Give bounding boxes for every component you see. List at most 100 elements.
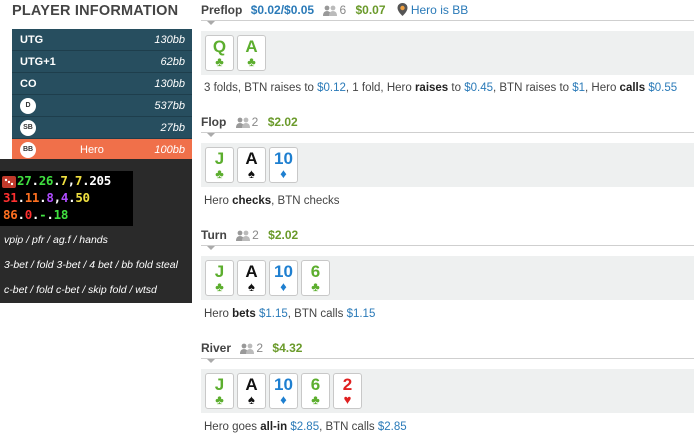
- card-board-1: J ♣: [205, 373, 234, 409]
- street-name: Flop: [201, 115, 227, 129]
- street-header: Flop 2 $2.02: [201, 115, 298, 133]
- action-text: Hero: [204, 195, 233, 207]
- card-board-3: 10 ♦: [269, 373, 298, 409]
- hud-stats-overlay[interactable]: 27.26.7,7.205 31.11.8,4.50 86.0.-.18 vpi…: [0, 159, 192, 303]
- player-information-panel: PLAYER INFORMATION UTG 130bb UTG+1 62bb …: [0, 0, 192, 443]
- stat-bb-fold-steal: 50: [75, 190, 90, 205]
- bet-amount: $1.15: [258, 308, 288, 320]
- street-divider: [201, 20, 694, 21]
- stat-fold-cbet: 0: [24, 207, 33, 222]
- stat-wtsd: 18: [53, 207, 69, 222]
- bet-amount: $0.45: [464, 82, 493, 94]
- stat-fold-3bet: 11: [24, 190, 40, 205]
- stat-hands: 205: [89, 173, 111, 188]
- bet-amount: $1.15: [346, 308, 376, 320]
- location-pin-icon: [397, 3, 408, 16]
- action-text: 3 folds, BTN raises to: [204, 82, 318, 94]
- street-divider: [201, 358, 694, 359]
- action-text: , 1 fold, Hero: [345, 82, 415, 94]
- heart-suit-icon: ♥: [343, 392, 352, 407]
- action-verb: calls: [619, 82, 646, 94]
- action-text: , BTN checks: [271, 195, 340, 207]
- player-row-sb[interactable]: SB 27bb: [12, 117, 192, 139]
- pot-size: $0.07: [355, 3, 386, 17]
- stat-sep: ,: [53, 190, 62, 205]
- bet-amount: $2.85: [290, 421, 320, 433]
- dice-icon: [2, 176, 16, 188]
- pot-size: $2.02: [267, 115, 298, 129]
- left-panel-blank: [0, 303, 192, 443]
- action-text: Hero goes: [204, 421, 261, 433]
- board-cards-row: J ♣ A ♠ 10 ♦ 6 ♣: [201, 256, 694, 300]
- card-hole-2: A ♣: [237, 35, 266, 71]
- player-row-co[interactable]: CO 130bb: [12, 73, 192, 95]
- hero-position-note: Hero is BB: [410, 3, 469, 17]
- action-verb: all-in: [260, 421, 288, 433]
- player-stack: 537bb: [154, 100, 185, 112]
- spade-suit-icon: ♠: [248, 392, 255, 407]
- card-board-3: 10 ♦: [269, 147, 298, 183]
- player-count: 2: [256, 341, 264, 355]
- street-header: Turn 2 $2.02: [201, 228, 298, 246]
- street-name: Preflop: [201, 3, 243, 17]
- stat-cbet: 86: [3, 207, 18, 222]
- caret-icon: [207, 359, 215, 363]
- card-board-2: A ♠: [237, 147, 266, 183]
- hud-line-2: 31.11.8,4.50: [3, 190, 90, 205]
- street-action: Hero checks, BTN checks: [204, 195, 340, 207]
- board-cards-row: Q ♣ A ♣: [201, 31, 694, 75]
- caret-icon: [207, 21, 215, 25]
- street-header: Preflop $0.02/$0.05 6 $0.07 Hero is BB: [201, 3, 468, 21]
- street-action: Hero bets $1.15, BTN calls $1.15: [204, 308, 375, 320]
- card-board-2: A ♠: [237, 373, 266, 409]
- board-cards-row: J ♣ A ♠ 10 ♦: [201, 143, 694, 187]
- diamond-suit-icon: ♦: [280, 279, 287, 294]
- club-suit-icon: ♣: [247, 54, 256, 69]
- bet-amount: $1: [572, 82, 586, 94]
- caret-icon: [207, 246, 215, 250]
- stat-sep: ,: [67, 173, 76, 188]
- player-stack: 62bb: [160, 56, 185, 68]
- hud-legend-1: vpip / pfr / ag.f / hands: [4, 234, 108, 246]
- player-list: UTG 130bb UTG+1 62bb CO 130bb D 537bb SB…: [12, 29, 192, 161]
- action-text: Hero: [204, 308, 233, 320]
- panel-title: PLAYER INFORMATION: [12, 3, 179, 19]
- street-action: 3 folds, BTN raises to $0.12, 1 fold, He…: [204, 82, 677, 94]
- card-board-2: A ♠: [237, 260, 266, 296]
- card-board-4: 6 ♣: [301, 260, 330, 296]
- club-suit-icon: ♣: [311, 392, 320, 407]
- street-name: Turn: [201, 228, 227, 242]
- player-stack: 27bb: [160, 122, 185, 134]
- board-cards-row: J ♣ A ♠ 10 ♦ 6 ♣ 2 ♥: [201, 369, 694, 413]
- blinds: $0.02/$0.05: [250, 3, 315, 17]
- players-icon: [235, 117, 250, 128]
- players-icon: [240, 343, 255, 354]
- action-text: , BTN calls: [319, 421, 378, 433]
- players-icon: [323, 5, 338, 16]
- player-position: UTG+1: [20, 56, 56, 68]
- street-divider: [201, 132, 694, 133]
- stat-4bet-2: 4: [60, 190, 69, 205]
- player-count: 6: [339, 3, 347, 17]
- player-row-utg[interactable]: UTG 130bb: [12, 29, 192, 51]
- hud-legend-2: 3-bet / fold 3-bet / 4 bet / bb fold ste…: [4, 259, 178, 271]
- hero-name: Hero: [80, 144, 104, 156]
- player-row-utg1[interactable]: UTG+1 62bb: [12, 51, 192, 73]
- player-row-dealer[interactable]: D 537bb: [12, 95, 192, 117]
- card-board-4: 6 ♣: [301, 373, 330, 409]
- stat-sep: .: [31, 173, 39, 188]
- club-suit-icon: ♣: [311, 279, 320, 294]
- player-count: 2: [251, 115, 259, 129]
- player-stack: 130bb: [154, 34, 185, 46]
- street-header: River 2 $4.32: [201, 341, 302, 359]
- player-position: UTG: [20, 34, 44, 46]
- dealer-badge: D: [20, 98, 36, 114]
- card-board-3: 10 ♦: [269, 260, 298, 296]
- stat-vpip: 27: [17, 173, 32, 188]
- action-text: , BTN raises to: [492, 82, 573, 94]
- action-text: , BTN calls: [287, 308, 347, 320]
- card-board-5: 2 ♥: [333, 373, 362, 409]
- street-flop: Flop 2 $2.02 J ♣ A ♠ 10 ♦ Hero checks, BTN …: [192, 115, 700, 215]
- card-hole-1: Q ♣: [205, 35, 234, 71]
- player-row-hero[interactable]: BB Hero 100bb: [12, 139, 192, 161]
